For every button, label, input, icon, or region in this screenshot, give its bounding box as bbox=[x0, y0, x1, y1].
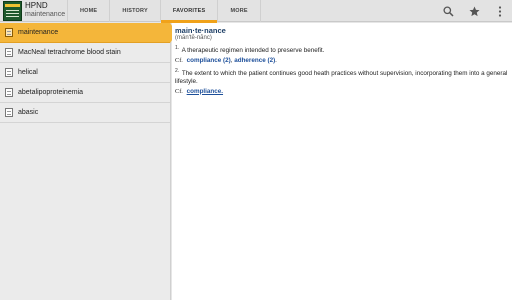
sense-2: 2. The extent to which the patient conti… bbox=[175, 67, 508, 87]
tab-favorites[interactable]: FAVORITES bbox=[159, 0, 218, 23]
document-icon bbox=[5, 88, 13, 97]
list-item-label: abetalipoproteinemia bbox=[18, 89, 83, 96]
entry-panel: main·te·nance (mānʹtĕ-nănc) 1. A therape… bbox=[172, 23, 512, 300]
cf-label: Cf. bbox=[175, 87, 183, 95]
app-title: HPND bbox=[25, 1, 48, 10]
list-item-label: MacNeal tetrachrome blood stain bbox=[18, 49, 121, 56]
favorites-list: maintenance MacNeal tetrachrome blood st… bbox=[0, 23, 177, 300]
sense-text: The extent to which the patient continue… bbox=[175, 69, 508, 86]
sense-1-crossref: Cf. compliance (2), adherence (2). bbox=[175, 56, 508, 65]
document-icon bbox=[5, 28, 13, 37]
xref-end: . bbox=[275, 56, 277, 64]
book-app-icon[interactable] bbox=[3, 1, 22, 21]
list-item-label: helical bbox=[18, 69, 38, 76]
xref-compliance-2[interactable]: compliance (2) bbox=[187, 57, 231, 64]
tab-more[interactable]: MORE bbox=[217, 0, 261, 22]
entry-headword: main·te·nance bbox=[175, 26, 226, 35]
sense-text: A therapeutic regimen intended to preser… bbox=[181, 47, 325, 55]
xref-adherence-2[interactable]: adherence (2) bbox=[234, 57, 275, 64]
document-icon bbox=[5, 68, 13, 77]
list-item-macneal[interactable]: MacNeal tetrachrome blood stain bbox=[0, 43, 170, 63]
list-item-abasic[interactable]: abasic bbox=[0, 103, 170, 123]
sense-number: 2. bbox=[175, 67, 180, 74]
tab-home[interactable]: HOME bbox=[67, 0, 109, 22]
list-item-abetalipoproteinemia[interactable]: abetalipoproteinemia bbox=[0, 83, 170, 103]
document-icon bbox=[5, 48, 13, 57]
search-icon[interactable] bbox=[442, 5, 454, 17]
app-subtitle: maintenance bbox=[25, 11, 66, 18]
cf-label: Cf. bbox=[175, 56, 183, 64]
star-icon[interactable] bbox=[468, 5, 480, 17]
entry-pronunciation: (mānʹtĕ-nănc) bbox=[175, 35, 212, 41]
overflow-menu-icon[interactable] bbox=[494, 5, 506, 17]
tab-bar: HOME HISTORY FAVORITES MORE bbox=[67, 0, 261, 23]
action-bar: HPND maintenance HOME HISTORY FAVORITES … bbox=[0, 0, 512, 23]
sense-number: 1. bbox=[175, 45, 180, 51]
xref-compliance[interactable]: compliance. bbox=[187, 88, 223, 95]
list-item-label: abasic bbox=[18, 109, 39, 116]
list-item-label: maintenance bbox=[18, 29, 59, 36]
sense-1: 1. A therapeutic regimen intended to pre… bbox=[175, 44, 508, 56]
action-buttons bbox=[442, 0, 506, 22]
list-item-maintenance[interactable]: maintenance bbox=[0, 23, 177, 43]
document-icon bbox=[5, 108, 13, 117]
tab-history[interactable]: HISTORY bbox=[109, 0, 160, 22]
sense-2-crossref: Cf. compliance. bbox=[175, 87, 508, 96]
list-item-helical[interactable]: helical bbox=[0, 63, 170, 83]
